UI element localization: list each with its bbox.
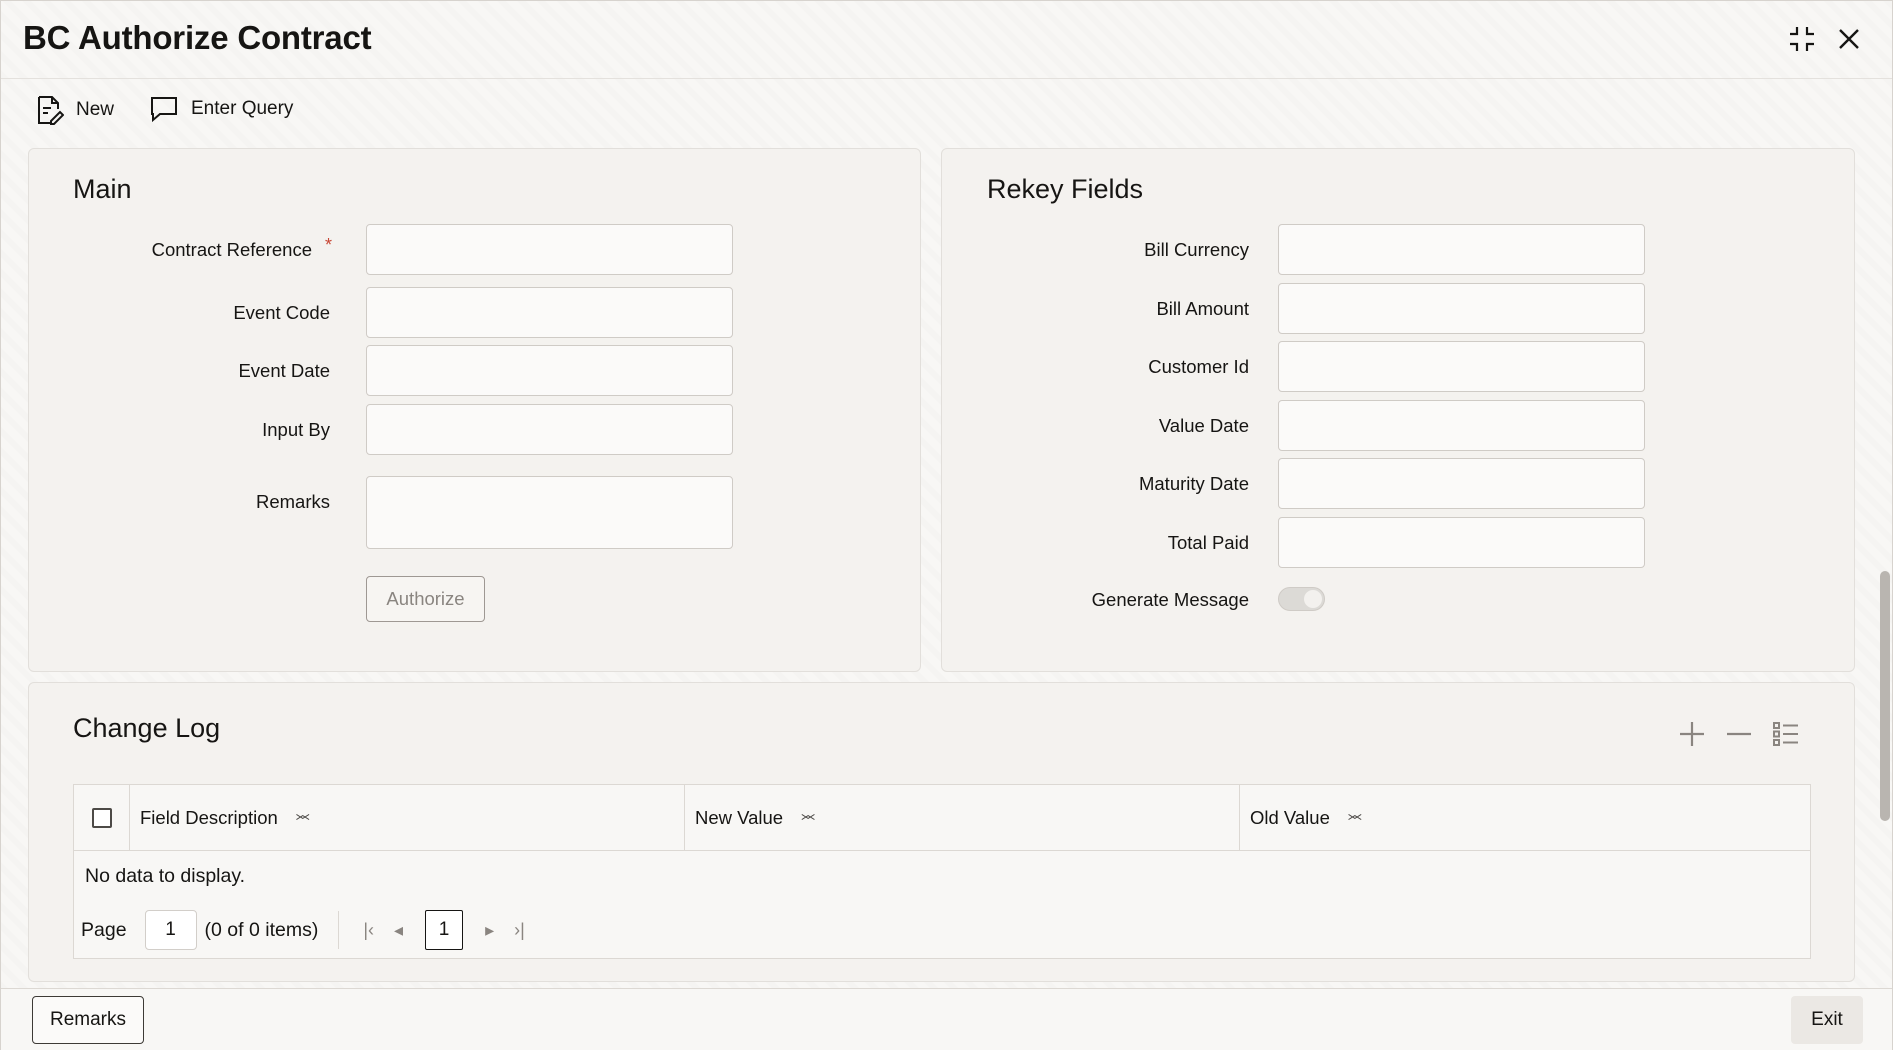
add-row-icon[interactable] (1679, 721, 1705, 747)
toggle-knob (1304, 590, 1322, 608)
enter-query-button[interactable]: Enter Query (149, 95, 293, 123)
comment-icon (151, 97, 177, 123)
change-log-table: Field Description ︿ ﹀ New Value ︿ ﹀ Old Va… (73, 784, 1811, 959)
page-title: BC Authorize Contract (23, 19, 372, 56)
change-log-panel: Change Log Field Description ︿ ﹀ New Val… (28, 682, 1855, 982)
generate-message-toggle[interactable] (1278, 587, 1325, 611)
last-page-icon[interactable]: ›| (514, 920, 525, 941)
maturity-date-input[interactable] (1278, 458, 1645, 509)
bill-currency-input[interactable] (1278, 224, 1645, 275)
new-label: New (76, 99, 115, 120)
minimize-icon[interactable] (1784, 21, 1820, 57)
old-value-label: Old Value (1250, 807, 1330, 828)
sort-icon[interactable]: ︿ ﹀ (296, 807, 310, 828)
table-header: Field Description ︿ ﹀ New Value ︿ ﹀ Old Va… (74, 785, 1810, 851)
select-all-column (74, 785, 130, 851)
rekey-fields-panel: Rekey Fields Bill Currency Bill Amount C… (941, 148, 1855, 672)
field-description-header[interactable]: Field Description ︿ ﹀ (130, 785, 685, 851)
sort-icon[interactable]: ︿ ﹀ (1348, 807, 1362, 828)
main-section-title: Main (73, 174, 132, 204)
input-by-input[interactable] (366, 404, 733, 455)
pager-divider (338, 911, 340, 949)
bill-amount-label: Bill Amount (1156, 298, 1249, 319)
generate-message-label: Generate Message (1091, 589, 1249, 610)
total-paid-label: Total Paid (1167, 532, 1249, 553)
change-log-title: Change Log (73, 713, 221, 743)
remarks-textarea[interactable] (366, 476, 733, 549)
value-date-input[interactable] (1278, 400, 1645, 451)
event-date-input[interactable] (366, 345, 733, 396)
remarks-label: Remarks (255, 491, 330, 512)
rekey-fields-title: Rekey Fields (987, 174, 1144, 204)
authorize-button[interactable]: Authorize (366, 576, 485, 622)
remarks-button[interactable]: Remarks (32, 996, 144, 1044)
new-button[interactable]: New (36, 95, 114, 125)
field-description-label: Field Description (140, 807, 278, 828)
page-number-input[interactable]: 1 (144, 910, 197, 950)
main-panel: Main Contract Reference * Event Code Eve… (28, 148, 921, 672)
footer-bar: Remarks Exit (1, 988, 1892, 1050)
select-all-checkbox[interactable] (91, 808, 112, 828)
exit-button[interactable]: Exit (1791, 996, 1863, 1044)
first-page-icon[interactable]: |‹ (363, 920, 374, 941)
title-bar: BC Authorize Contract (1, 1, 1892, 79)
bill-currency-label: Bill Currency (1144, 239, 1249, 260)
bc-authorize-contract-window: BC Authorize Contract New Enter Query Ma… (0, 0, 1893, 1050)
required-asterisk: * (325, 235, 333, 255)
contract-reference-label: Contract Reference (151, 239, 312, 260)
enter-query-label: Enter Query (191, 98, 294, 119)
toolbar: New Enter Query (1, 89, 1892, 137)
new-document-icon (38, 96, 64, 125)
items-count: (0 of 0 items) (204, 918, 319, 941)
close-icon[interactable] (1831, 21, 1867, 57)
delete-row-icon[interactable] (1726, 721, 1752, 747)
input-by-label: Input By (262, 419, 330, 440)
new-value-header[interactable]: New Value ︿ ﹀ (685, 785, 1240, 851)
page-label: Page (81, 918, 127, 941)
new-value-label: New Value (695, 807, 784, 828)
empty-message: No data to display. (85, 865, 246, 887)
sort-icon[interactable]: ︿ ﹀ (801, 807, 815, 828)
pagination: Page 1 (0 of 0 items) |‹ ◂ 1 ▸ ›| (81, 909, 535, 951)
vertical-scrollbar[interactable] (1880, 571, 1890, 821)
customer-id-input[interactable] (1278, 341, 1645, 392)
next-page-icon[interactable]: ▸ (485, 920, 494, 941)
total-paid-input[interactable] (1278, 517, 1645, 568)
event-date-label: Event Date (238, 360, 330, 381)
current-page-button[interactable]: 1 (425, 910, 464, 950)
event-code-input[interactable] (366, 287, 733, 338)
customer-id-label: Customer Id (1148, 356, 1249, 377)
value-date-label: Value Date (1158, 415, 1249, 436)
maturity-date-label: Maturity Date (1138, 473, 1249, 494)
contract-reference-input[interactable] (366, 224, 733, 275)
event-code-label: Event Code (233, 302, 330, 323)
column-list-icon[interactable] (1773, 721, 1799, 747)
bill-amount-input[interactable] (1278, 283, 1645, 334)
old-value-header[interactable]: Old Value ︿ ﹀ (1240, 785, 1795, 851)
previous-page-icon[interactable]: ◂ (394, 920, 403, 941)
